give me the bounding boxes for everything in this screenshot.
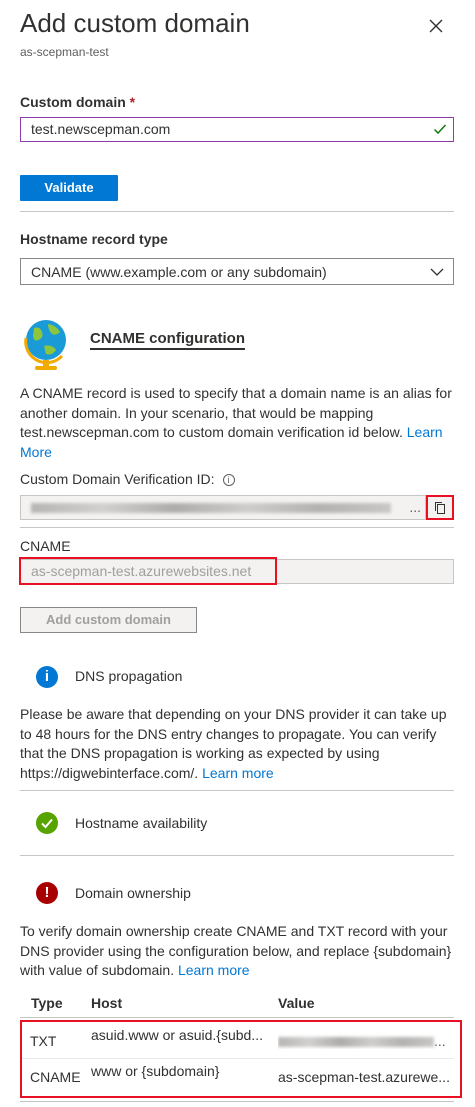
custom-domain-input[interactable]: test.newscepman.com: [20, 117, 454, 142]
dns-propagation-text: Please be aware that depending on your D…: [20, 705, 460, 783]
verification-id-redacted: [31, 503, 391, 514]
cname-description: A CNAME record is used to specify that a…: [20, 384, 460, 462]
divider: [20, 527, 454, 528]
column-header-value: Value: [278, 995, 315, 1011]
verification-id-ellipsis: ...: [409, 499, 421, 515]
cname-label: CNAME: [20, 538, 71, 554]
verification-id-field[interactable]: ...: [20, 495, 426, 520]
hostname-record-label: Hostname record type: [20, 231, 168, 247]
dns-learn-more-link[interactable]: Learn more: [202, 765, 274, 781]
divider: [20, 855, 454, 856]
column-header-type: Type: [31, 995, 63, 1011]
panel-title: Add custom domain: [20, 8, 250, 38]
hostname-availability-title: Hostname availability: [75, 815, 208, 831]
divider: [20, 790, 454, 791]
required-mark: *: [129, 94, 136, 110]
custom-domain-value: test.newscepman.com: [31, 121, 171, 137]
success-check-icon: [36, 812, 58, 834]
divider: [20, 211, 454, 212]
add-custom-domain-button[interactable]: Add custom domain: [20, 607, 197, 633]
globe-icon: [22, 316, 70, 372]
domain-ownership-title: Domain ownership: [75, 885, 191, 901]
highlight-box: [19, 557, 277, 585]
highlight-box: [20, 1020, 462, 1098]
divider: [20, 1101, 454, 1102]
hostname-record-selected: CNAME (www.example.com or any subdomain): [31, 264, 327, 280]
divider: [20, 1017, 454, 1018]
checkmark-icon: [433, 122, 447, 139]
validate-button[interactable]: Validate: [20, 175, 118, 201]
copy-icon[interactable]: [426, 495, 454, 520]
verification-id-label-text: Custom Domain Verification ID:: [20, 471, 215, 487]
domain-ownership-text: To verify domain ownership create CNAME …: [20, 922, 460, 981]
custom-domain-label: Custom domain *: [20, 94, 135, 110]
verification-id-label: Custom Domain Verification ID: i: [20, 471, 235, 487]
domain-ownership-learn-more-link[interactable]: Learn more: [178, 962, 250, 978]
info-icon[interactable]: i: [222, 474, 235, 486]
close-icon[interactable]: [426, 16, 446, 36]
hostname-record-select[interactable]: CNAME (www.example.com or any subdomain): [20, 258, 454, 285]
custom-domain-label-text: Custom domain: [20, 94, 126, 110]
cname-description-text: A CNAME record is used to specify that a…: [20, 385, 452, 440]
error-icon: !: [36, 882, 58, 904]
chevron-down-icon: [429, 265, 445, 281]
info-icon: i: [36, 666, 58, 688]
cname-configuration-title: CNAME configuration: [90, 330, 245, 350]
dns-propagation-title: DNS propagation: [75, 668, 183, 684]
column-header-host: Host: [91, 995, 123, 1011]
panel-subtitle: as-scepman-test: [20, 45, 109, 59]
